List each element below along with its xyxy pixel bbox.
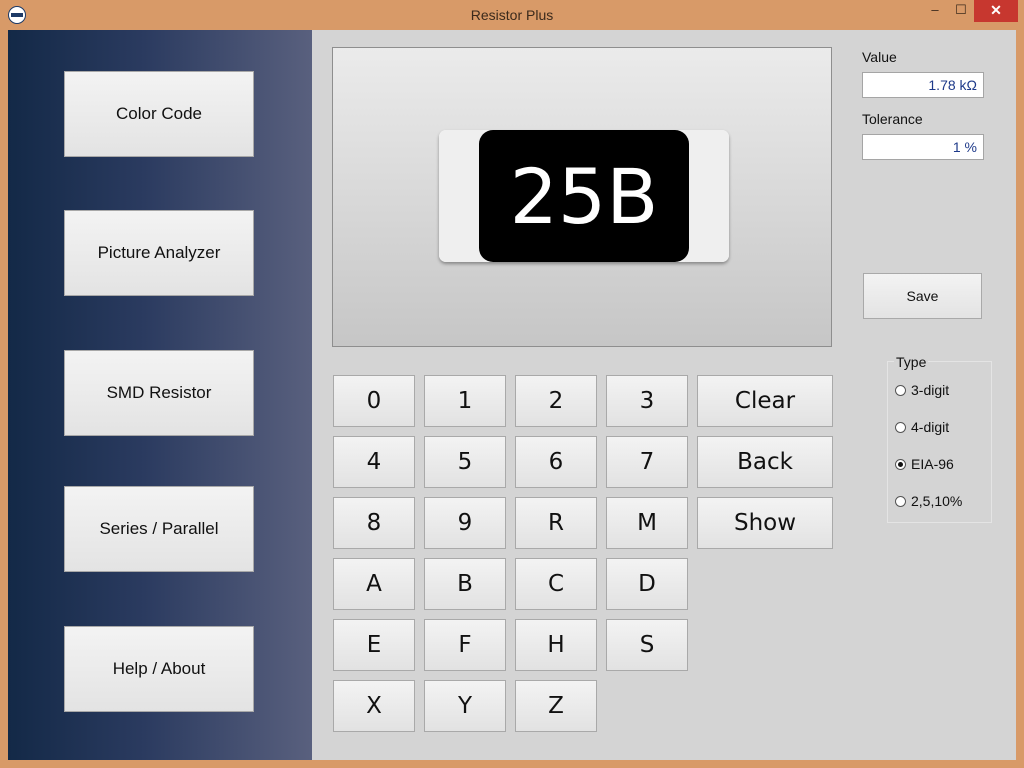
value-label: Value bbox=[862, 49, 897, 65]
type-legend: Type bbox=[894, 354, 929, 370]
clear-button[interactable]: Clear bbox=[697, 375, 833, 427]
tolerance-label: Tolerance bbox=[862, 111, 923, 127]
minimize-button[interactable]: – bbox=[922, 0, 948, 22]
nav-smd-resistor-button[interactable]: SMD Resistor bbox=[64, 350, 254, 436]
type-option-2-5-10[interactable]: 2,5,10% bbox=[895, 492, 962, 510]
key-y[interactable]: Y bbox=[424, 680, 506, 732]
maximize-button[interactable]: ☐ bbox=[948, 0, 974, 22]
client-area: Color Code Picture Analyzer SMD Resistor… bbox=[8, 30, 1016, 760]
key-a[interactable]: A bbox=[333, 558, 415, 610]
key-4[interactable]: 4 bbox=[333, 436, 415, 488]
key-7[interactable]: 7 bbox=[606, 436, 688, 488]
key-z[interactable]: Z bbox=[515, 680, 597, 732]
radio-label: 3-digit bbox=[911, 382, 950, 398]
key-1[interactable]: 1 bbox=[424, 375, 506, 427]
key-2[interactable]: 2 bbox=[515, 375, 597, 427]
radio-icon[interactable] bbox=[895, 421, 906, 433]
key-h[interactable]: H bbox=[515, 619, 597, 671]
title-bar[interactable]: Resistor Plus – ☐ ✕ bbox=[0, 0, 1024, 30]
back-button[interactable]: Back bbox=[697, 436, 833, 488]
sidebar: Color Code Picture Analyzer SMD Resistor… bbox=[8, 30, 312, 760]
chip-left-terminal bbox=[439, 130, 483, 262]
key-c[interactable]: C bbox=[515, 558, 597, 610]
key-3[interactable]: 3 bbox=[606, 375, 688, 427]
key-b[interactable]: B bbox=[424, 558, 506, 610]
key-5[interactable]: 5 bbox=[424, 436, 506, 488]
type-option-3-digit[interactable]: 3-digit bbox=[895, 381, 949, 399]
key-0[interactable]: 0 bbox=[333, 375, 415, 427]
chip-right-terminal bbox=[685, 130, 729, 262]
window-title: Resistor Plus bbox=[470, 7, 554, 23]
key-f[interactable]: F bbox=[424, 619, 506, 671]
tolerance-field[interactable]: 1 % bbox=[862, 134, 984, 160]
radio-label: 2,5,10% bbox=[911, 493, 963, 509]
resistor-display-panel: 25B bbox=[332, 47, 832, 347]
save-button[interactable]: Save bbox=[863, 273, 982, 319]
type-option-4-digit[interactable]: 4-digit bbox=[895, 418, 949, 436]
radio-label: EIA-96 bbox=[911, 456, 954, 472]
type-option-eia-96[interactable]: EIA-96 bbox=[895, 455, 954, 473]
smd-resistor-chip: 25B bbox=[439, 130, 729, 262]
key-s[interactable]: S bbox=[606, 619, 688, 671]
close-button[interactable]: ✕ bbox=[974, 0, 1018, 22]
radio-selected-icon[interactable] bbox=[895, 458, 906, 470]
app-window: Resistor Plus – ☐ ✕ Color Code Picture A… bbox=[0, 0, 1024, 768]
key-e[interactable]: E bbox=[333, 619, 415, 671]
radio-icon[interactable] bbox=[895, 384, 906, 396]
key-d[interactable]: D bbox=[606, 558, 688, 610]
key-x[interactable]: X bbox=[333, 680, 415, 732]
radio-label: 4-digit bbox=[911, 419, 950, 435]
key-8[interactable]: 8 bbox=[333, 497, 415, 549]
smd-code-display: 25B bbox=[479, 130, 689, 262]
nav-color-code-button[interactable]: Color Code bbox=[64, 71, 254, 157]
value-field[interactable]: 1.78 kΩ bbox=[862, 72, 984, 98]
key-r[interactable]: R bbox=[515, 497, 597, 549]
key-m[interactable]: M bbox=[606, 497, 688, 549]
key-6[interactable]: 6 bbox=[515, 436, 597, 488]
nav-picture-analyzer-button[interactable]: Picture Analyzer bbox=[64, 210, 254, 296]
radio-icon[interactable] bbox=[895, 495, 906, 507]
show-button[interactable]: Show bbox=[697, 497, 833, 549]
nav-series-parallel-button[interactable]: Series / Parallel bbox=[64, 486, 254, 572]
key-9[interactable]: 9 bbox=[424, 497, 506, 549]
nav-help-about-button[interactable]: Help / About bbox=[64, 626, 254, 712]
